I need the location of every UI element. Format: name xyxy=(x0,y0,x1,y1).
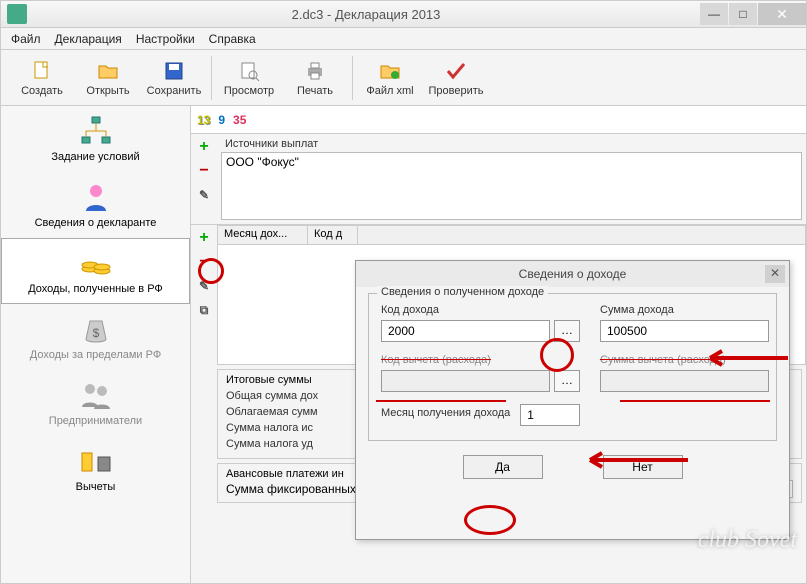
sidebar: Задание условий Сведения о декларанте До… xyxy=(1,106,191,583)
sidebar-item-deductions[interactable]: Вычеты xyxy=(1,436,190,502)
sidebar-item-entrepreneurs[interactable]: Предприниматели xyxy=(1,370,190,436)
dialog-close-button[interactable]: ✕ xyxy=(765,265,785,283)
ded-code-input xyxy=(381,370,550,392)
sum-label: Сумма дохода xyxy=(600,304,769,316)
close-button[interactable]: ✕ xyxy=(758,3,806,25)
document-new-icon xyxy=(30,59,54,83)
income-delete-button[interactable]: − xyxy=(195,253,213,271)
month-input[interactable] xyxy=(520,404,580,426)
app-icon xyxy=(7,4,27,24)
save-icon xyxy=(162,59,186,83)
ok-button[interactable]: Да xyxy=(463,455,543,479)
check-button[interactable]: Проверить xyxy=(427,53,485,103)
save-button[interactable]: Сохранить xyxy=(145,53,203,103)
svg-text:$: $ xyxy=(92,326,99,340)
person-icon xyxy=(78,181,114,213)
source-item[interactable]: ООО "Фокус" xyxy=(226,155,797,169)
income-add-button[interactable]: + xyxy=(195,229,213,247)
source-delete-button[interactable]: − xyxy=(195,162,213,180)
window-title: 2.dc3 - Декларация 2013 xyxy=(33,7,699,22)
fieldset-legend: Сведения о полученном доходе xyxy=(377,286,548,298)
source-add-button[interactable]: + xyxy=(195,138,213,156)
rate-13[interactable]: 13 xyxy=(197,113,210,127)
income-grid-header: Месяц дох... Код д xyxy=(217,225,806,245)
ded-sum-label: Сумма вычета (расхода) xyxy=(600,354,769,366)
ded-code-label: Код вычета (расхода) xyxy=(381,354,580,366)
people-icon xyxy=(78,379,114,411)
sum-input[interactable] xyxy=(600,320,769,342)
dialog-title: Сведения о доходе ✕ xyxy=(356,261,789,287)
preview-button[interactable]: Просмотр xyxy=(220,53,278,103)
maximize-button[interactable]: □ xyxy=(729,3,757,25)
folder-open-icon xyxy=(96,59,120,83)
rate-tabs: 13 9 35 xyxy=(191,106,806,134)
menu-file[interactable]: Файл xyxy=(11,32,41,46)
create-button[interactable]: Создать xyxy=(13,53,71,103)
titlebar: 2.dc3 - Декларация 2013 — □ ✕ xyxy=(0,0,807,28)
preview-icon xyxy=(237,59,261,83)
toolbar: Создать Открыть Сохранить Просмотр Печат… xyxy=(0,50,807,106)
code-input[interactable] xyxy=(381,320,550,342)
code-label: Код дохода xyxy=(381,304,580,316)
menubar: Файл Декларация Настройки Справка xyxy=(0,28,807,50)
sidebar-item-income-rf[interactable]: Доходы, полученные в РФ xyxy=(1,238,190,304)
income-edit-button[interactable]: ✎ xyxy=(195,277,213,295)
sidebar-item-conditions[interactable]: Задание условий xyxy=(1,106,190,172)
check-icon xyxy=(444,59,468,83)
open-button[interactable]: Открыть xyxy=(79,53,137,103)
menu-settings[interactable]: Настройки xyxy=(136,32,195,46)
ded-code-picker-button: … xyxy=(554,370,580,392)
printer-icon xyxy=(303,59,327,83)
income-dialog: Сведения о доходе ✕ Сведения о полученно… xyxy=(355,260,790,540)
code-picker-button[interactable]: … xyxy=(554,320,580,342)
sidebar-item-income-abroad[interactable]: $ Доходы за пределами РФ xyxy=(1,304,190,370)
menu-help[interactable]: Справка xyxy=(209,32,256,46)
col-month: Месяц дох... xyxy=(218,226,308,244)
cancel-button[interactable]: Нет xyxy=(603,455,683,479)
rate-35[interactable]: 35 xyxy=(233,113,246,127)
sources-label: Источники выплат xyxy=(225,138,802,150)
minimize-button[interactable]: — xyxy=(700,3,728,25)
source-edit-button[interactable]: ✎ xyxy=(195,186,213,204)
coins-icon xyxy=(78,247,114,279)
sidebar-item-declarant[interactable]: Сведения о декларанте xyxy=(1,172,190,238)
deductions-icon xyxy=(78,445,114,477)
rate-9[interactable]: 9 xyxy=(218,113,225,127)
file-xml-button[interactable]: Файл xml xyxy=(361,53,419,103)
tree-icon xyxy=(78,115,114,147)
money-bag-icon: $ xyxy=(78,313,114,345)
income-copy-button[interactable]: ⧉ xyxy=(195,301,213,319)
col-code: Код д xyxy=(308,226,358,244)
print-button[interactable]: Печать xyxy=(286,53,344,103)
month-label: Месяц получения дохода xyxy=(381,407,510,419)
ded-sum-input xyxy=(600,370,769,392)
xml-icon xyxy=(378,59,402,83)
menu-declaration[interactable]: Декларация xyxy=(55,32,122,46)
sources-list[interactable]: ООО "Фокус" xyxy=(221,152,802,220)
